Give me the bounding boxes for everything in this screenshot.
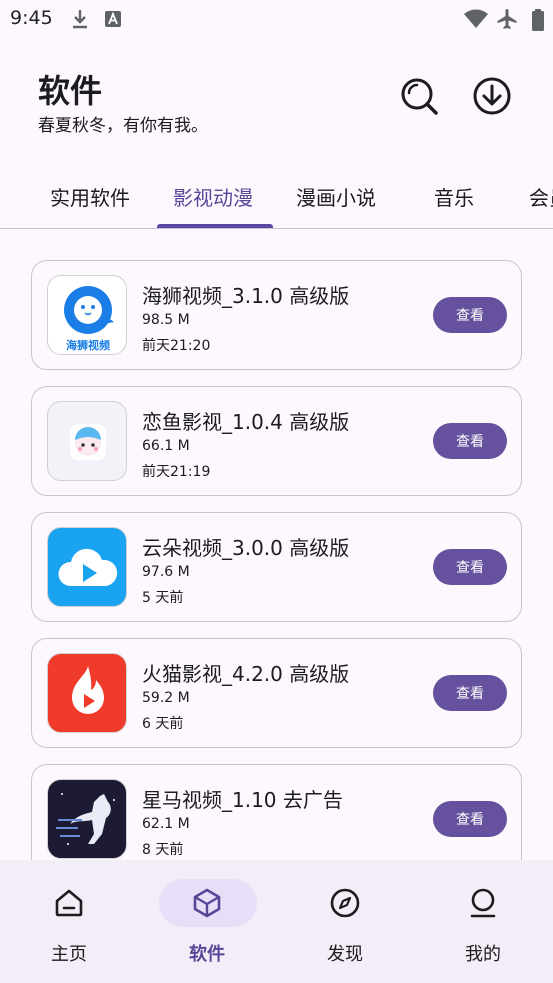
tab-video-anime[interactable]: 影视动漫	[173, 182, 253, 211]
app-card[interactable]: 云朵视频_3.0.0 高级版 97.6 M 5 天前 查看	[31, 512, 522, 622]
app-icon-label: 海狮视频	[66, 338, 110, 352]
app-card[interactable]: 火猫影视_4.2.0 高级版 59.2 M 6 天前 查看	[31, 638, 522, 748]
view-button[interactable]: 查看	[433, 423, 507, 459]
app-time: 前天21:20	[142, 338, 211, 354]
nav-profile[interactable]: 我的	[414, 860, 552, 983]
app-list: 海狮视频 海狮视频_3.1.0 高级版 98.5 M 前天21:20 查看 恋鱼…	[31, 260, 522, 860]
app-card[interactable]: 星马视频_1.10 去广告 62.1 M 8 天前 查看	[31, 764, 522, 860]
app-card[interactable]: 恋鱼影视_1.0.4 高级版 66.1 M 前天21:19 查看	[31, 386, 522, 496]
page-title: 软件	[38, 72, 103, 110]
app-time: 6 天前	[142, 716, 184, 732]
view-button[interactable]: 查看	[433, 549, 507, 585]
tab-comic-novel[interactable]: 漫画小说	[296, 182, 376, 211]
nav-label: 我的	[465, 944, 501, 965]
app-card[interactable]: 海狮视频 海狮视频_3.1.0 高级版 98.5 M 前天21:20 查看	[31, 260, 522, 370]
app-size: 97.6 M	[142, 564, 190, 580]
tab-member[interactable]: 会员	[529, 182, 553, 211]
app-name: 云朵视频_3.0.0 高级版	[142, 536, 350, 560]
person-icon	[467, 887, 499, 919]
status-time: 9:45	[10, 7, 53, 29]
nav-software[interactable]: 软件	[138, 860, 276, 983]
app-size: 62.1 M	[142, 816, 190, 832]
category-tabs: 实用软件 影视动漫 漫画小说 音乐 会员	[0, 160, 553, 230]
view-button[interactable]: 查看	[433, 801, 507, 837]
app-time: 8 天前	[142, 842, 184, 858]
nav-label: 主页	[51, 944, 87, 965]
flame-play-icon	[47, 653, 127, 733]
nav-discover[interactable]: 发现	[276, 860, 414, 983]
font-a-icon	[104, 10, 122, 32]
download-icon	[70, 8, 90, 34]
tabs-divider	[0, 228, 553, 229]
wifi-icon	[464, 9, 488, 33]
mascot-icon	[47, 401, 127, 481]
page-subtitle: 春夏秋冬，有你有我。	[38, 116, 208, 136]
battery-icon	[532, 9, 544, 35]
view-button[interactable]: 查看	[433, 297, 507, 333]
horse-icon	[47, 779, 127, 859]
app-name: 星马视频_1.10 去广告	[142, 788, 343, 812]
compass-icon	[329, 887, 361, 919]
view-button[interactable]: 查看	[433, 675, 507, 711]
search-button[interactable]	[397, 76, 441, 120]
tab-utility[interactable]: 实用软件	[50, 182, 130, 211]
tab-music[interactable]: 音乐	[434, 182, 474, 211]
box-icon	[191, 887, 223, 919]
bottom-nav: 主页 软件 发现 我的	[0, 860, 553, 983]
app-size: 98.5 M	[142, 312, 190, 328]
sea-lion-icon: 海狮视频	[47, 275, 127, 355]
app-name: 火猫影视_4.2.0 高级版	[142, 662, 350, 686]
cloud-play-icon	[47, 527, 127, 607]
airplane-icon	[496, 8, 518, 34]
nav-home[interactable]: 主页	[0, 860, 138, 983]
nav-label: 发现	[327, 944, 363, 965]
app-size: 66.1 M	[142, 438, 190, 454]
nav-label: 软件	[189, 944, 225, 965]
home-icon	[53, 887, 85, 919]
app-name: 恋鱼影视_1.0.4 高级版	[142, 410, 350, 434]
search-icon	[399, 76, 439, 120]
status-bar: 9:45	[0, 0, 553, 40]
download-button[interactable]	[470, 76, 514, 120]
app-time: 前天21:19	[142, 464, 211, 480]
app-time: 5 天前	[142, 590, 184, 606]
app-size: 59.2 M	[142, 690, 190, 706]
app-name: 海狮视频_3.1.0 高级版	[142, 284, 350, 308]
download-circle-icon	[472, 76, 512, 120]
